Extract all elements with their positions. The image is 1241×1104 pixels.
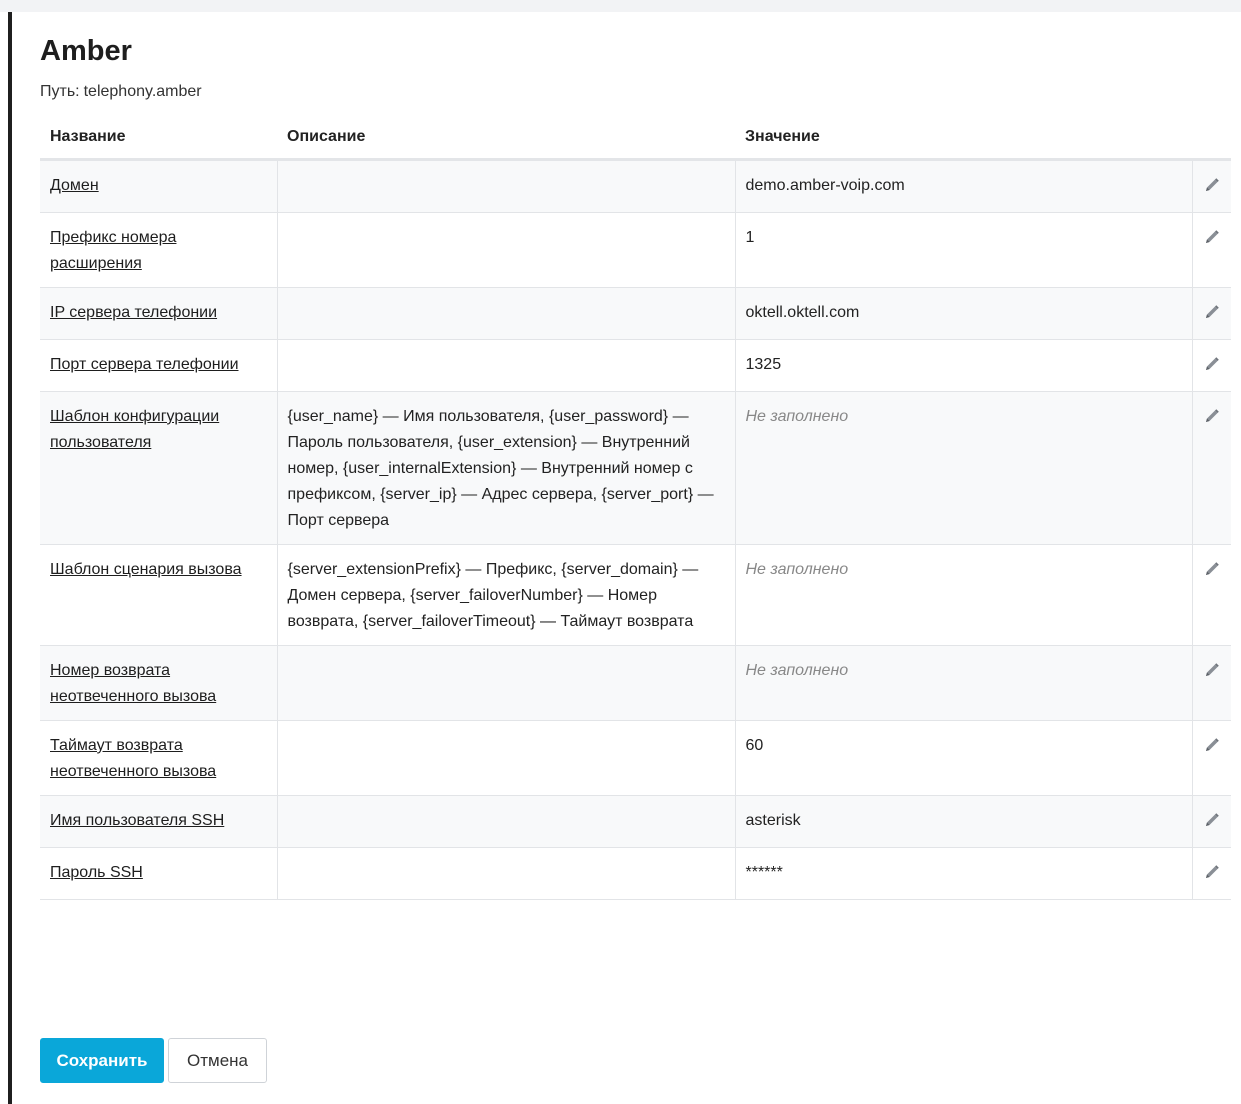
edit-cell [1191,287,1231,340]
setting-value-cell: Не заполнено [734,645,1192,721]
settings-path: Путь: telephony.amber [40,82,1231,102]
pencil-icon[interactable] [1204,811,1220,827]
table-header-row: Название Описание Значение [40,118,1231,161]
setting-value: demo.amber-voip.com [745,177,905,194]
setting-description [276,645,735,721]
setting-name-link[interactable]: Порт сервера телефонии [50,356,239,373]
setting-name-cell: IP сервера телефонии [40,287,277,340]
setting-description [276,212,735,288]
edit-cell [1191,212,1231,288]
setting-name-cell: Порт сервера телефонии [40,339,277,392]
setting-value-cell: 1 [734,212,1192,288]
page: Amber Путь: telephony.amber Название Опис… [0,0,1241,1104]
setting-name-link[interactable]: Шаблон сценария вызова [50,561,242,578]
cancel-button[interactable]: Отмена [168,1038,267,1083]
pencil-icon[interactable] [1204,303,1220,319]
table-row: Порт сервера телефонии 1325 [40,339,1231,392]
header-value: Значение [735,118,1192,161]
setting-value-cell: demo.amber-voip.com [734,159,1192,213]
setting-name-link[interactable]: Префикс номера расширения [50,229,176,272]
setting-description [276,720,735,796]
pencil-icon[interactable] [1204,661,1220,677]
setting-name-link[interactable]: Таймаут возврата неотвеченного вызова [50,737,216,780]
page-title: Amber [40,35,132,67]
path-label: Путь: [40,83,80,100]
edit-cell [1191,544,1231,646]
setting-value-cell: 60 [734,720,1192,796]
table-row: Имя пользователя SSH asterisk [40,795,1231,848]
pencil-icon[interactable] [1204,863,1220,879]
setting-value: Не заполнено [745,561,849,578]
pencil-icon[interactable] [1204,736,1220,752]
setting-name-cell: Имя пользователя SSH [40,795,277,848]
header-edit [1192,118,1231,161]
form-actions: Сохранить Отмена [40,1038,267,1083]
setting-description: {user_name} — Имя пользователя, {user_pa… [276,391,735,545]
setting-description [276,287,735,340]
setting-name-link[interactable]: Домен [50,177,99,194]
setting-value: 1325 [745,356,782,373]
setting-name-cell: Шаблон сценария вызова [40,544,277,646]
setting-value: 1 [745,229,755,246]
setting-description [276,159,735,213]
table-row: Таймаут возврата неотвеченного вызова 60 [40,720,1231,796]
header-description: Описание [277,118,735,161]
setting-name-cell: Шаблон конфигурации пользователя [40,391,277,545]
save-button[interactable]: Сохранить [40,1038,164,1083]
table-row: Номер возврата неотвеченного вызова Не за… [40,645,1231,721]
table-row: Префикс номера расширения 1 [40,212,1231,288]
setting-value: asterisk [745,812,801,829]
setting-value: oktell.oktell.com [745,304,860,321]
setting-name-link[interactable]: Номер возврата неотвеченного вызова [50,662,216,705]
setting-name-link[interactable]: Имя пользователя SSH [50,812,224,829]
settings-panel: Amber Путь: telephony.amber Название Опис… [40,12,1231,900]
setting-description [276,795,735,848]
setting-value-cell: Не заполнено [734,544,1192,646]
setting-name-cell: Номер возврата неотвеченного вызова [40,645,277,721]
setting-value: Не заполнено [745,408,849,425]
pencil-icon[interactable] [1204,407,1220,423]
setting-value: ****** [745,864,783,881]
setting-description: {server_extensionPrefix} — Префикс, {ser… [276,544,735,646]
setting-description [276,339,735,392]
table-row: Шаблон конфигурации пользователя {user_na… [40,391,1231,545]
header-name: Название [40,118,277,161]
setting-value: Не заполнено [745,662,849,679]
edit-cell [1191,720,1231,796]
table-row: Пароль SSH ****** [40,847,1231,900]
setting-name-link[interactable]: Шаблон конфигурации пользователя [50,408,219,451]
pencil-icon[interactable] [1204,560,1220,576]
left-accent-bar [8,12,12,1104]
setting-description [276,847,735,900]
table-row: Домен demo.amber-voip.com [40,159,1231,213]
edit-cell [1191,847,1231,900]
pencil-icon[interactable] [1204,355,1220,371]
setting-name-cell: Таймаут возврата неотвеченного вызова [40,720,277,796]
pencil-icon[interactable] [1204,176,1220,192]
settings-table: Название Описание Значение Домен demo.amb… [40,118,1231,900]
top-strip [0,0,1241,12]
setting-name-link[interactable]: Пароль SSH [50,864,143,881]
edit-cell [1191,645,1231,721]
setting-value-cell: Не заполнено [734,391,1192,545]
edit-cell [1191,391,1231,545]
setting-value-cell: oktell.oktell.com [734,287,1192,340]
table-row: IP сервера телефонии oktell.oktell.com [40,287,1231,340]
table-row: Шаблон сценария вызова {server_extensionP… [40,544,1231,646]
setting-name-cell: Домен [40,159,277,213]
setting-name-link[interactable]: IP сервера телефонии [50,304,217,321]
path-value: telephony.amber [83,83,202,100]
edit-cell [1191,159,1231,213]
setting-value-cell: 1325 [734,339,1192,392]
setting-name-cell: Префикс номера расширения [40,212,277,288]
setting-value-cell: ****** [734,847,1192,900]
setting-value: 60 [745,737,764,754]
setting-value-cell: asterisk [734,795,1192,848]
edit-cell [1191,339,1231,392]
pencil-icon[interactable] [1204,228,1220,244]
setting-name-cell: Пароль SSH [40,847,277,900]
table-body: Домен demo.amber-voip.com Префикс номера р… [40,159,1231,900]
edit-cell [1191,795,1231,848]
